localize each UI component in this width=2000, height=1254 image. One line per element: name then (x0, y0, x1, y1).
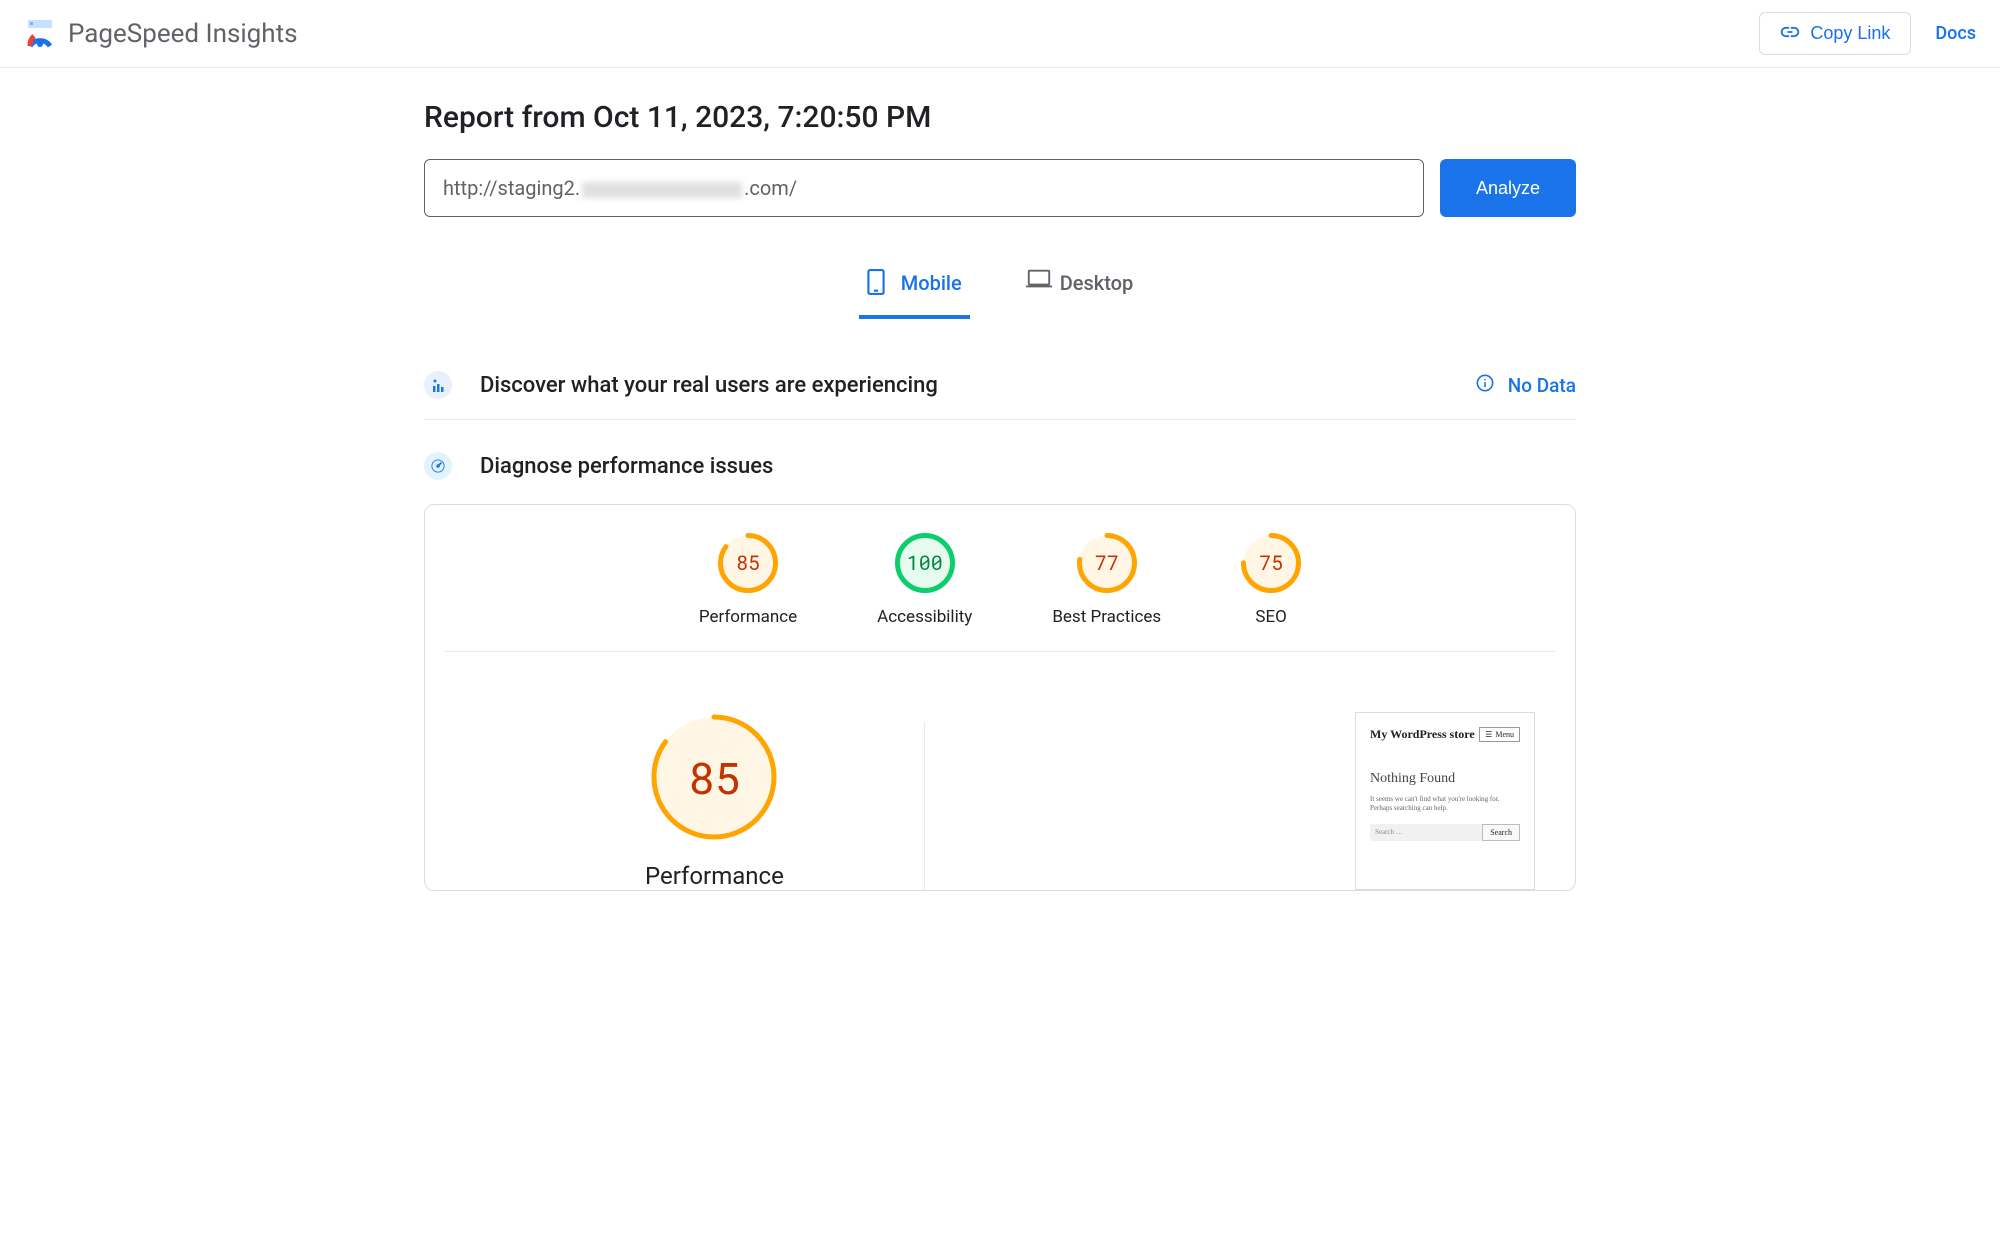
thumb-site-title: My WordPress store (1370, 727, 1475, 743)
no-data-badge[interactable]: No Data (1476, 374, 1576, 397)
gauge-label: Best Practices (1052, 607, 1161, 627)
url-suffix: .com/ (744, 176, 797, 200)
thumb-search-input: Search … (1370, 824, 1482, 841)
device-tabs: Mobile Desktop (424, 257, 1576, 319)
mobile-icon (867, 269, 889, 297)
main-content: Report from Oct 11, 2023, 7:20:50 PM htt… (400, 68, 1600, 923)
thumb-search-button: Search (1482, 824, 1520, 841)
copy-link-label: Copy Link (1810, 23, 1890, 44)
diagnose-icon (424, 452, 452, 480)
thumb-menu-label: Menu (1495, 730, 1514, 739)
tab-desktop-label: Desktop (1060, 271, 1134, 295)
performance-big-gauge: 85 (649, 712, 779, 842)
gauge-label: Performance (699, 607, 797, 627)
gauge-label: SEO (1255, 607, 1286, 627)
gauge-performance[interactable]: 85 Performance (699, 533, 797, 627)
gauge-best-practices[interactable]: 77 Best Practices (1052, 533, 1161, 627)
vertical-divider (924, 722, 925, 890)
url-redacted (582, 182, 742, 198)
discover-section: Discover what your real users are experi… (424, 359, 1576, 420)
thumb-search-row: Search … Search (1370, 824, 1520, 841)
discover-title: Discover what your real users are experi… (480, 373, 938, 398)
pagespeed-logo-icon (24, 18, 56, 50)
app-header: PageSpeed Insights Copy Link Docs (0, 0, 2000, 68)
report-card: 85 Performance 100 Accessibility 77 Best Pr… (424, 504, 1576, 891)
page-thumbnail: My WordPress store ☰ Menu Nothing Found … (1355, 712, 1535, 890)
diagnose-title: Diagnose performance issues (480, 454, 773, 479)
desktop-icon (1026, 269, 1048, 297)
header-left: PageSpeed Insights (24, 18, 298, 50)
gauge-circle: 85 (718, 533, 778, 593)
discover-icon (424, 371, 452, 399)
tab-mobile[interactable]: Mobile (859, 257, 970, 319)
tab-mobile-label: Mobile (901, 271, 962, 295)
no-data-label: No Data (1508, 374, 1576, 397)
thumb-heading: Nothing Found (1370, 771, 1520, 787)
diagnose-section-header: Diagnose performance issues (424, 452, 1576, 480)
gauge-circle: 75 (1241, 533, 1301, 593)
url-input[interactable]: http://staging2. .com/ (424, 159, 1424, 217)
discover-left: Discover what your real users are experi… (424, 371, 938, 399)
performance-big-label: Performance (645, 862, 784, 890)
analyze-button[interactable]: Analyze (1440, 159, 1576, 217)
gauge-seo[interactable]: 75 SEO (1241, 533, 1301, 627)
info-icon (1476, 374, 1494, 397)
url-prefix: http://staging2. (443, 176, 580, 200)
tab-desktop[interactable]: Desktop (1018, 257, 1142, 319)
gauges-row: 85 Performance 100 Accessibility 77 Best Pr… (445, 533, 1555, 652)
hamburger-icon: ☰ (1485, 730, 1492, 739)
gauge-circle: 77 (1077, 533, 1137, 593)
gauge-label: Accessibility (877, 607, 972, 627)
report-title: Report from Oct 11, 2023, 7:20:50 PM (424, 100, 1576, 135)
header-right: Copy Link Docs (1759, 12, 1976, 55)
gauge-circle: 100 (895, 533, 955, 593)
docs-link[interactable]: Docs (1935, 23, 1976, 44)
app-title: PageSpeed Insights (68, 19, 298, 49)
detail-row: 85 Performance My WordPress store ☰ Menu… (445, 652, 1555, 890)
gauge-accessibility[interactable]: 100 Accessibility (877, 533, 972, 627)
url-row: http://staging2. .com/ Analyze (424, 159, 1576, 217)
thumb-body: It seems we can't find what you're looki… (1370, 795, 1520, 815)
performance-detail: 85 Performance (445, 712, 784, 890)
thumb-menu-button: ☰ Menu (1479, 727, 1520, 742)
copy-link-button[interactable]: Copy Link (1759, 12, 1911, 55)
link-icon (1780, 23, 1800, 44)
